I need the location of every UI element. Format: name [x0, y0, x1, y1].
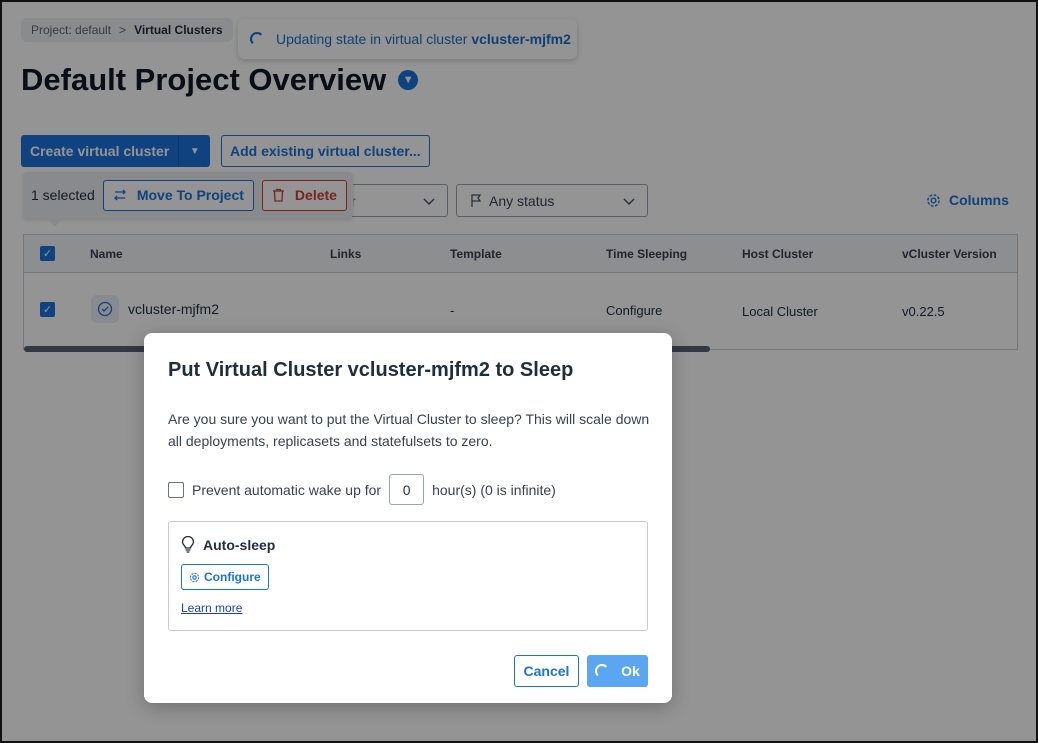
dialog-description: Are you sure you want to put the Virtual… — [168, 411, 650, 449]
sleep-dialog: Put Virtual Cluster vcluster-mjfm2 to Sl… — [144, 333, 672, 703]
ok-label: Ok — [621, 663, 640, 679]
auto-sleep-title: Auto-sleep — [203, 536, 276, 553]
configure-button[interactable]: Configure — [181, 564, 269, 590]
auto-sleep-panel: Auto-sleep Configure Learn more — [168, 521, 648, 631]
cancel-button[interactable]: Cancel — [514, 655, 579, 687]
hours-suffix: hour(s) (0 is infinite) — [432, 481, 556, 498]
prevent-wakeup-row: Prevent automatic wake up for hour(s) (0… — [168, 474, 556, 505]
lightbulb-icon — [181, 536, 195, 553]
wakeup-hours-input[interactable] — [389, 474, 425, 505]
dialog-title: Put Virtual Cluster vcluster-mjfm2 to Sl… — [168, 359, 574, 381]
auto-sleep-header: Auto-sleep — [181, 536, 275, 553]
app-window: Project: default > Virtual Clusters Defa… — [0, 0, 1038, 743]
loading-spinner-icon — [595, 664, 610, 678]
ok-button[interactable]: Ok — [587, 655, 648, 687]
learn-more-link[interactable]: Learn more — [181, 601, 242, 615]
prevent-wakeup-checkbox[interactable] — [168, 481, 184, 498]
prevent-wakeup-label: Prevent automatic wake up for — [192, 481, 382, 498]
configure-label: Configure — [204, 570, 261, 584]
gear-icon — [189, 572, 200, 582]
